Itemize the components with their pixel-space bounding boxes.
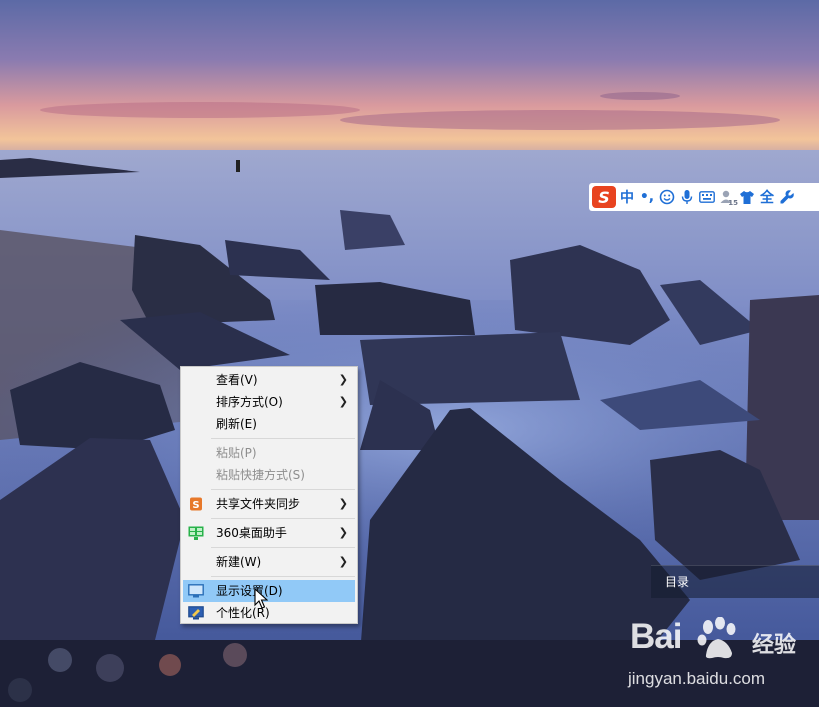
fullwidth-icon[interactable]: 全 — [758, 186, 776, 208]
baidu-jingyan-watermark: Bai 经验 jingyan.baidu.com — [624, 613, 814, 703]
menu-item-label: 刷新(E) — [216, 417, 257, 431]
menu-separator — [211, 576, 355, 577]
menu-item-view[interactable]: 查看(V) ❯ — [181, 369, 357, 391]
menu-item-paste-shortcut[interactable]: 粘贴快捷方式(S) — [181, 464, 357, 486]
desktop-wallpaper — [0, 0, 819, 707]
menu-separator — [211, 489, 355, 490]
submenu-arrow-icon: ❯ — [338, 395, 348, 408]
watermark-url: jingyan.baidu.com — [628, 669, 766, 688]
menu-item-label: 粘贴(P) — [216, 446, 257, 460]
menu-item-label: 粘贴快捷方式(S) — [216, 468, 305, 482]
menu-item-label: 排序方式(O) — [216, 395, 283, 409]
menu-item-label: 360桌面助手 — [216, 526, 287, 540]
svg-text:S: S — [192, 500, 199, 511]
watermark-jingyan: 经验 — [752, 633, 797, 658]
menu-item-360-desktop[interactable]: 360桌面助手 ❯ — [181, 522, 357, 544]
user-15-icon[interactable]: 15 — [718, 186, 738, 208]
share-sync-icon: S — [190, 497, 202, 511]
display-settings-icon — [188, 584, 204, 598]
toc-panel[interactable]: 目录 — [651, 565, 819, 598]
emoji-icon[interactable] — [658, 186, 676, 208]
menu-separator — [211, 547, 355, 548]
microphone-icon[interactable] — [678, 186, 696, 208]
menu-item-paste[interactable]: 粘贴(P) — [181, 442, 357, 464]
360-desktop-icon — [188, 526, 204, 540]
chinese-mode-toggle[interactable]: 中 — [618, 186, 636, 208]
menu-item-personalize[interactable]: 个性化(R) — [181, 602, 357, 624]
keyboard-icon[interactable] — [698, 186, 716, 208]
menu-item-label: 新建(W) — [216, 555, 262, 569]
wrench-icon[interactable] — [778, 186, 796, 208]
ime-toolbar: S 中 •, 15 全 — [589, 183, 819, 211]
watermark-brand: Bai — [630, 617, 682, 656]
submenu-arrow-icon: ❯ — [338, 526, 348, 539]
desktop-context-menu: 查看(V) ❯ 排序方式(O) ❯ 刷新(E) 粘贴(P) 粘贴快捷方式(S) … — [180, 366, 358, 624]
sogou-logo-icon[interactable]: S — [592, 186, 616, 208]
menu-separator — [211, 518, 355, 519]
user-badge: 15 — [728, 199, 738, 207]
menu-item-refresh[interactable]: 刷新(E) — [181, 413, 357, 435]
submenu-arrow-icon: ❯ — [338, 373, 348, 386]
toc-label: 目录 — [665, 575, 690, 589]
menu-item-share-folder-sync[interactable]: S 共享文件夹同步 ❯ — [181, 493, 357, 515]
menu-item-label: 查看(V) — [216, 373, 258, 387]
personalize-icon — [188, 606, 204, 620]
mouse-cursor-icon — [254, 588, 268, 609]
tshirt-skin-icon[interactable] — [738, 186, 756, 208]
menu-separator — [211, 438, 355, 439]
punctuation-toggle[interactable]: •, — [638, 186, 656, 208]
menu-item-display-settings[interactable]: 显示设置(D) — [183, 580, 355, 602]
baidu-paw-icon — [697, 617, 736, 659]
menu-item-new[interactable]: 新建(W) ❯ — [181, 551, 357, 573]
submenu-arrow-icon: ❯ — [338, 497, 348, 510]
menu-item-label: 显示设置(D) — [216, 584, 283, 598]
submenu-arrow-icon: ❯ — [338, 555, 348, 568]
menu-item-sort-by[interactable]: 排序方式(O) ❯ — [181, 391, 357, 413]
menu-item-label: 共享文件夹同步 — [216, 497, 301, 511]
